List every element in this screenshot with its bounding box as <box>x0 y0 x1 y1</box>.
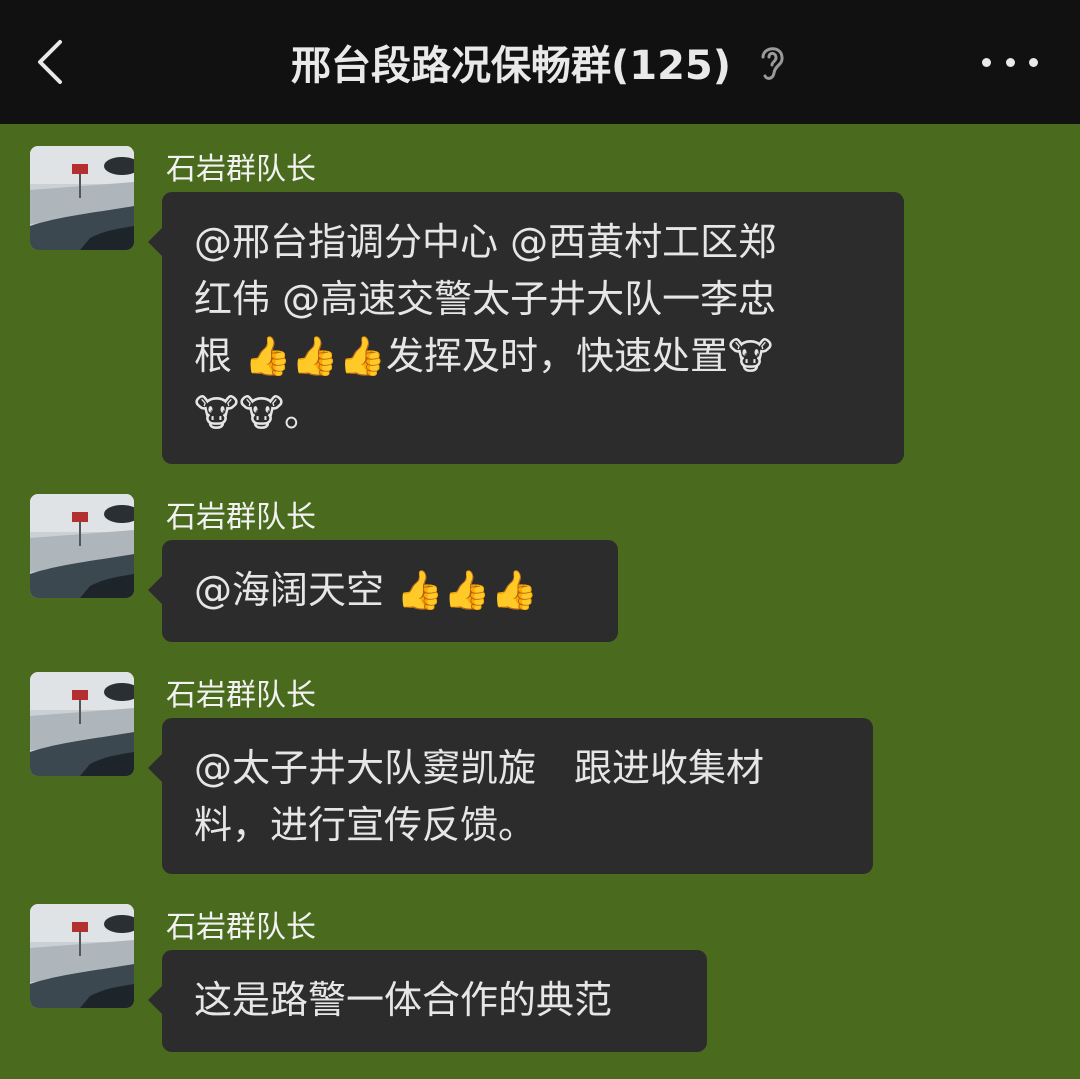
sender-name: 石岩群队长 <box>166 678 316 713</box>
message-line: 根 👍👍👍发挥及时，快速处置🐮 <box>194 334 774 378</box>
more-dot <box>1029 57 1038 67</box>
chevron-left-icon <box>38 40 62 84</box>
message-line: 料，进行宣传反馈。 <box>194 803 537 847</box>
chat-header: 邢台段路况保畅群(125) <box>0 0 1080 124</box>
message-bubble[interactable]: @海阔天空 👍👍👍 <box>148 540 618 642</box>
more-dot <box>1005 57 1015 67</box>
message-bubble[interactable]: @太子井大队窦凯旋 跟进收集材 料，进行宣传反馈。 <box>148 718 873 874</box>
avatar[interactable] <box>30 146 134 250</box>
message-line: 🐮🐮。 <box>194 391 322 435</box>
message-line: @邢台指调分中心 @西黄村工区郑 <box>194 220 777 264</box>
message-line: @太子井大队窦凯旋 跟进收集材 <box>194 746 765 790</box>
chat-area[interactable]: 石岩群队长 @邢台指调分中心 @西黄村工区郑 红伟 @高速交警太子井大队一李忠 … <box>0 124 1080 1079</box>
message-line: 这是路警一体合作的典范 <box>194 978 613 1022</box>
back-button[interactable] <box>28 32 76 92</box>
message-bubble[interactable]: @邢台指调分中心 @西黄村工区郑 红伟 @高速交警太子井大队一李忠 根 👍👍👍发… <box>148 192 904 464</box>
avatar[interactable] <box>30 672 134 776</box>
avatar[interactable] <box>30 904 134 1008</box>
more-dot <box>982 57 991 67</box>
message-line: 红伟 @高速交警太子井大队一李忠 <box>194 277 777 321</box>
message-bubble[interactable]: 这是路警一体合作的典范 <box>148 950 707 1052</box>
more-button[interactable] <box>982 46 1038 78</box>
message-line: @海阔天空 👍👍👍 <box>194 568 539 612</box>
sender-name: 石岩群队长 <box>166 910 316 945</box>
ear-icon[interactable] <box>755 41 789 83</box>
chat-title: 邢台段路况保畅群(125) <box>290 43 732 89</box>
sender-name: 石岩群队长 <box>166 500 316 535</box>
sender-name: 石岩群队长 <box>166 152 316 187</box>
avatar[interactable] <box>30 494 134 598</box>
